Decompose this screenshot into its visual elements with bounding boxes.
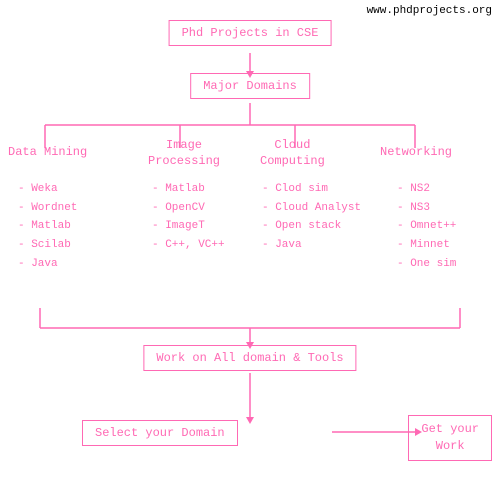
major-box: Major Domains: [190, 73, 310, 99]
work-box: Work on All domain & Tools: [143, 345, 356, 371]
phd-box: Phd Projects in CSE: [169, 20, 332, 46]
domain-datamining: Data Mining: [8, 145, 87, 161]
sublist-networking: NS2 NS3 Omnet++ Minnet One sim: [397, 180, 456, 273]
domain-imageprocessing: ImageProcessing: [148, 138, 220, 169]
select-box[interactable]: Select your Domain: [82, 420, 238, 446]
get-box[interactable]: Get your Work: [408, 415, 492, 461]
sublist-cloudcomputing: Clod sim Cloud Analyst Open stack Java: [262, 180, 361, 255]
sublist-datamining: Weka Wordnet Matlab Scilab Java: [18, 180, 77, 273]
domain-cloudcomputing: CloudComputing: [260, 138, 325, 169]
website-label: www.phdprojects.org: [367, 5, 492, 17]
sublist-imageprocessing: Matlab OpenCV ImageT C++, VC++: [152, 180, 225, 255]
domain-networking: Networking: [380, 145, 452, 161]
